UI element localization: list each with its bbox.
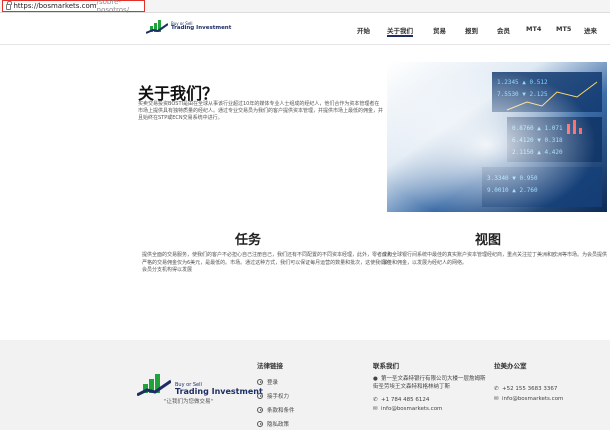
site-header (0, 13, 610, 45)
nav-item-register[interactable]: 报到 (465, 25, 478, 35)
circle-arrow-icon (257, 407, 263, 413)
logo-chart-icon (146, 20, 168, 34)
legal-link-login[interactable]: 登录 (257, 378, 278, 386)
latam-phone-text: +52 155 3683 3367 (502, 386, 558, 392)
legal-link-label: 隐私政策 (267, 422, 290, 428)
footer-logo-chart-icon (137, 374, 171, 396)
logo-big-text: Trading Investment (171, 25, 232, 32)
vision-text: 成为全球银行间系统中最佳的真实账户资本管理经纪商，重点关注拉丁美洲和欧洲等市场。… (382, 252, 608, 266)
url-field[interactable]: https://bosmarkets.com/sobre-nosotros/ (2, 0, 145, 14)
email-icon: ✉ (494, 396, 499, 402)
email-icon: ✉ (373, 406, 378, 412)
location-pin-icon: ● (373, 376, 378, 382)
nav-item-about[interactable]: 关于我们 (387, 25, 413, 37)
contact-address: ● 第一圣文森特银行有限公司大楼一层詹姆斯街圣劳埃王文森特和格林纳丁斯 (373, 376, 488, 391)
latam-phone[interactable]: ✆ +52 155 3683 3367 (494, 386, 557, 392)
footer-logo[interactable]: Buy or Sell Trading Investment (137, 374, 263, 396)
nav-item-trade[interactable]: 贸易 (433, 25, 446, 35)
trading-screens-illustration: 1.2345 ▲ 0.512 7.5530 ▼ 2.125 0.8760 ▲ 1… (387, 62, 607, 212)
mission-title: 任务 (235, 233, 262, 248)
legal-link-privacy[interactable]: 隐私政策 (257, 420, 289, 428)
circle-arrow-icon (257, 421, 263, 427)
nav-item-mt5[interactable]: MT5 (556, 25, 571, 33)
header-divider (0, 44, 610, 45)
phone-icon: ✆ (494, 386, 499, 392)
mission-text: 提供全面的交易服务，使我们的客户不必担心自己注册自己，我们还有不同配置的不同资本… (142, 252, 393, 273)
legal-link-label: 登录 (267, 380, 279, 386)
contact-phone[interactable]: ✆ +1 784 485 6124 (373, 397, 429, 403)
site-footer (0, 340, 610, 430)
phone-icon: ✆ (373, 397, 378, 403)
browser-address-bar: https://bosmarkets.com/sobre-nosotros/ (0, 0, 610, 14)
lock-icon (6, 1, 12, 10)
url-path: /sobre-nosotros/ (96, 0, 130, 14)
site-logo[interactable]: Buy or Sell Trading Investment (146, 20, 231, 34)
latam-email-text: info@bosmarkets.com (502, 396, 564, 402)
circle-arrow-icon (257, 379, 263, 385)
about-text: 买卖交易投资BOSTI是由在全球从事该行业超过10年的媒体专业人士组成的经纪人，… (138, 101, 384, 122)
contact-address-text: 第一圣文森特银行有限公司大楼一层詹姆斯街圣劳埃王文森特和格林纳丁斯 (373, 376, 486, 390)
nav-item-about-label: 关于我们 (387, 27, 413, 35)
url-host: https://bosmarkets.com (13, 2, 97, 10)
legal-link-terms[interactable]: 条款和条件 (257, 406, 295, 414)
contact-email[interactable]: ✉ info@bosmarkets.com (373, 406, 442, 412)
nav-item-members[interactable]: 会员 (497, 25, 510, 35)
legal-link-label: 条款和条件 (267, 408, 295, 414)
legal-link-power[interactable]: 接手权力 (257, 392, 289, 400)
nav-active-underline (387, 35, 413, 37)
latam-email[interactable]: ✉ info@bosmarkets.com (494, 396, 563, 402)
nav-item-start[interactable]: 开始 (357, 25, 370, 35)
legal-link-label: 接手权力 (267, 394, 290, 400)
latam-office-title: 拉美办公室 (494, 362, 527, 370)
footer-logo-big-text: Trading Investment (175, 387, 263, 396)
footer-slogan: "让我们为您做交易" (164, 399, 214, 405)
contact-email-text: info@bosmarkets.com (381, 406, 443, 412)
nav-item-mt4[interactable]: MT4 (526, 25, 541, 33)
nav-item-enter[interactable]: 进来 (584, 25, 597, 35)
vision-title: 视图 (475, 233, 502, 248)
hero-trading-image: 1.2345 ▲ 0.512 7.5530 ▼ 2.125 0.8760 ▲ 1… (387, 62, 607, 212)
legal-links-title: 法律链接 (257, 362, 283, 370)
contact-phone-text: +1 784 485 6124 (381, 397, 430, 403)
circle-arrow-icon (257, 393, 263, 399)
contact-title: 联系我们 (373, 362, 399, 370)
